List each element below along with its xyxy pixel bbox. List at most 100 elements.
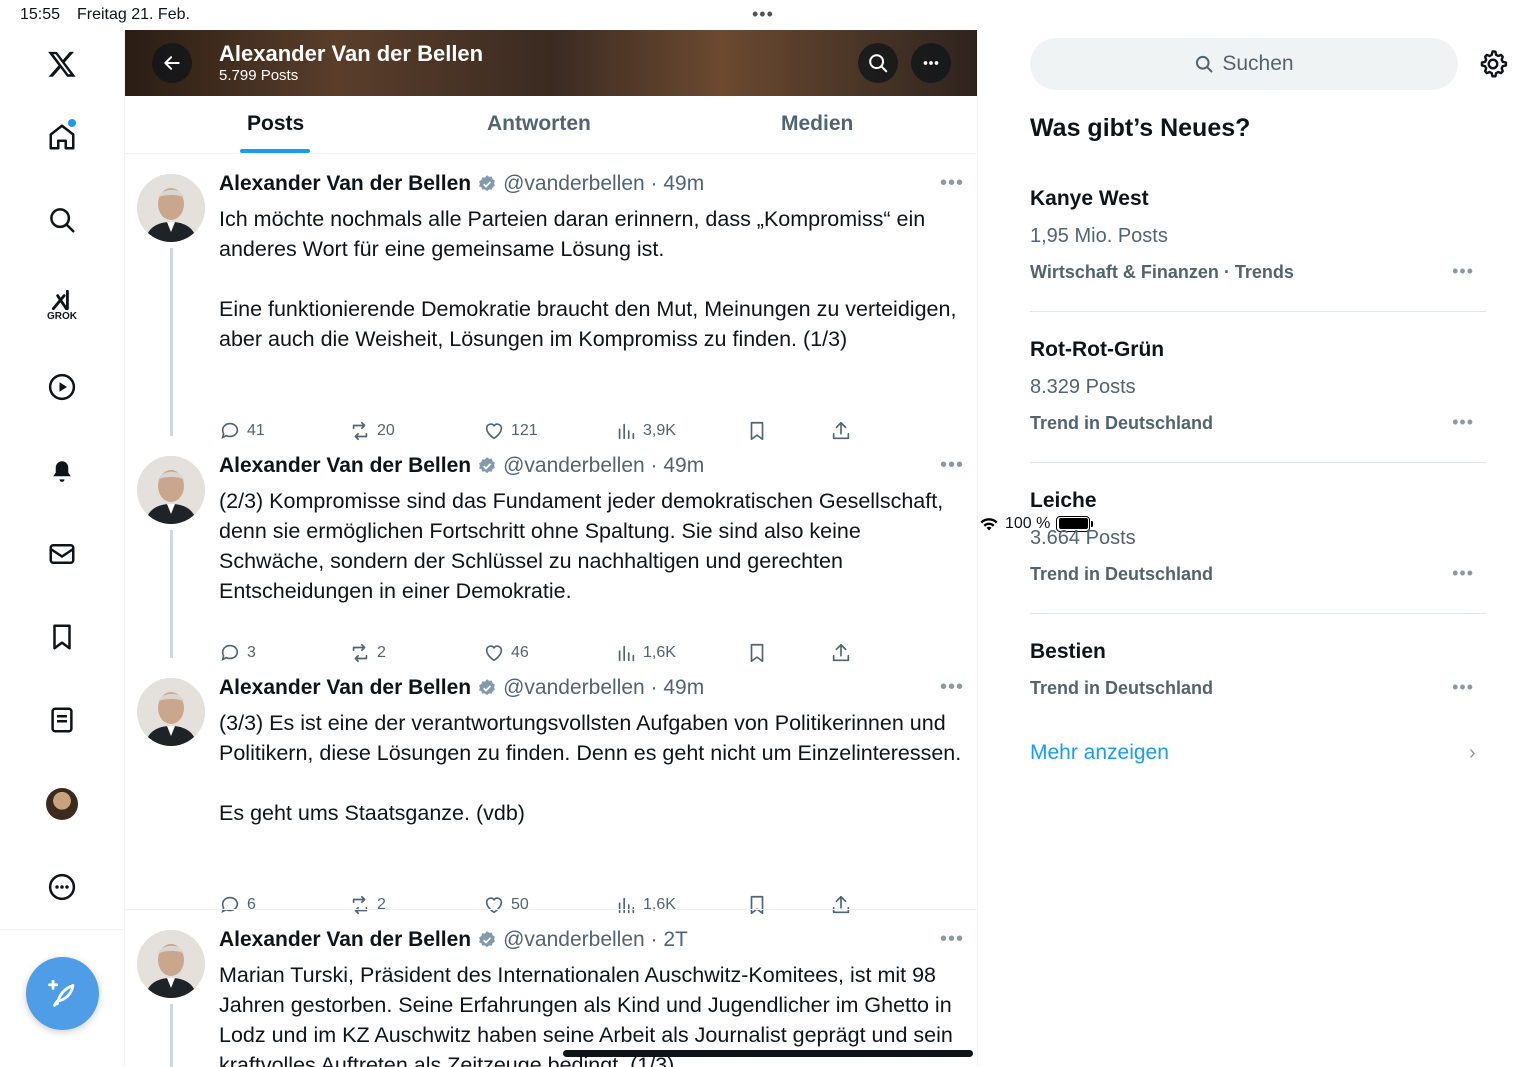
status-bar: 15:55 Freitag 21. Feb. ••• 100 % (0, 0, 1536, 532)
settings-gear-icon[interactable] (1477, 48, 1509, 80)
verified-badge-icon (479, 931, 496, 948)
author-name[interactable]: Alexander Van der Bellen (219, 454, 471, 478)
profile-search-button[interactable] (858, 43, 898, 83)
post-item[interactable]: Alexander Van der Bellen @vanderbellen ·… (125, 436, 977, 663)
post-avatar[interactable] (137, 174, 205, 242)
post-text: (2/3) Kompromisse sind das Fundament jed… (219, 489, 950, 603)
grok-icon (51, 289, 69, 310)
trend-item[interactable]: Bestien Trend in Deutschland ••• (1030, 640, 1486, 699)
notifications-bell-icon[interactable] (40, 448, 84, 492)
post-more-icon[interactable]: ••• (940, 172, 964, 195)
home-icon[interactable] (40, 115, 84, 159)
ellipsis-icon (923, 61, 939, 65)
profile-timeline: Alexander Van der Bellen 5.799 Posts Pos… (125, 30, 978, 1067)
post-avatar[interactable] (137, 678, 205, 746)
chevron-right-icon: › (1469, 742, 1476, 764)
search-placeholder: Suchen (1222, 52, 1294, 75)
post-item[interactable]: Alexander Van der Bellen @vanderbellen ·… (125, 154, 977, 441)
tab-replies[interactable]: Antworten (487, 112, 591, 136)
thread-line (170, 248, 173, 436)
thread-line (170, 1004, 173, 1067)
trend-divider (1030, 462, 1486, 463)
post-header: Alexander Van der Bellen @vanderbellen ·… (219, 676, 704, 700)
verified-badge-icon (479, 679, 496, 696)
nav-divider (0, 929, 125, 930)
x-logo-icon[interactable] (40, 42, 84, 86)
more-options-icon[interactable] (40, 865, 84, 909)
multitasking-dots[interactable]: ••• (752, 4, 774, 25)
profile-name: Alexander Van der Bellen (219, 41, 484, 66)
author-handle[interactable]: @vanderbellen · 49m (503, 454, 704, 478)
messages-icon[interactable] (40, 532, 84, 576)
trend-name: Rot-Rot-Grün (1030, 338, 1165, 361)
trend-name: Bestien (1030, 640, 1106, 663)
trend-count: 8.329 Posts (1030, 376, 1136, 398)
arrow-left-icon (164, 56, 180, 70)
right-sidebar: Suchen Was gibt’s Neues? Kanye West 1,95… (979, 30, 1536, 1067)
post-avatar[interactable] (137, 930, 205, 998)
author-name[interactable]: Alexander Van der Bellen (219, 928, 471, 952)
search-icon (869, 54, 888, 73)
post-header: Alexander Van der Bellen @vanderbellen ·… (219, 454, 704, 478)
search-nav-icon[interactable] (40, 198, 84, 242)
author-handle[interactable]: @vanderbellen · 49m (503, 172, 704, 196)
home-indicator[interactable] (563, 1050, 973, 1057)
trend-count: 3.664 Posts (1030, 527, 1136, 549)
lists-icon[interactable] (40, 698, 84, 742)
verified-badge-icon (479, 457, 496, 474)
trend-more-icon[interactable]: ••• (1452, 261, 1474, 282)
trend-divider (1030, 613, 1486, 614)
author-handle[interactable]: @vanderbellen · 2T (503, 928, 688, 952)
back-button[interactable] (152, 43, 192, 83)
trend-count: 1,95 Mio. Posts (1030, 225, 1168, 247)
verified-badge-icon (479, 175, 496, 192)
trends-heading: Was gibt’s Neues? (1030, 114, 1251, 142)
post-more-icon[interactable]: ••• (940, 676, 964, 699)
post-avatar[interactable] (137, 456, 205, 524)
post-item[interactable]: Alexander Van der Bellen @vanderbellen ·… (125, 658, 977, 915)
post-count: 5.799 Posts (219, 67, 299, 84)
post-text: Ich möchte nochmals alle Parteien daran … (219, 207, 957, 351)
left-nav: GROK (0, 30, 125, 1067)
avatar (46, 788, 78, 820)
trend-more-icon[interactable]: ••• (1452, 677, 1474, 698)
profile-tabs: Posts Antworten Medien (125, 96, 977, 154)
search-input[interactable]: Suchen (1030, 38, 1458, 90)
post-more-icon[interactable]: ••• (940, 928, 964, 951)
trend-category: Wirtschaft & Finanzen · Trends (1030, 262, 1294, 282)
trend-more-icon[interactable]: ••• (1452, 563, 1474, 584)
trend-item[interactable]: Leiche 3.664 Posts Trend in Deutschland … (1030, 489, 1486, 585)
profile-more-button[interactable] (911, 43, 951, 83)
search-icon (1196, 55, 1213, 73)
trend-name: Kanye West (1030, 187, 1149, 210)
trend-divider (1030, 311, 1486, 312)
status-time: 15:55 (20, 6, 61, 23)
bookmarks-icon[interactable] (40, 615, 84, 659)
author-handle[interactable]: @vanderbellen · 49m (503, 676, 704, 700)
compose-post-button[interactable] (26, 957, 99, 1030)
trend-item[interactable]: Rot-Rot-Grün 8.329 Posts Trend in Deutsc… (1030, 338, 1486, 434)
thread-line (170, 530, 173, 658)
notification-dot (68, 119, 76, 127)
status-date: Freitag 21. Feb. (77, 6, 190, 23)
show-more-link[interactable]: Mehr anzeigen (1030, 741, 1169, 765)
trend-item[interactable]: Kanye West 1,95 Mio. Posts Wirtschaft & … (1030, 187, 1486, 283)
post-item[interactable]: Alexander Van der Bellen @vanderbellen ·… (125, 910, 977, 1067)
profile-header-banner: Alexander Van der Bellen 5.799 Posts (125, 30, 977, 96)
post-header: Alexander Van der Bellen @vanderbellen ·… (219, 172, 704, 196)
author-name[interactable]: Alexander Van der Bellen (219, 172, 471, 196)
video-icon[interactable] (40, 365, 84, 409)
tab-posts[interactable]: Posts (247, 112, 304, 136)
post-more-icon[interactable]: ••• (940, 454, 964, 477)
trend-name: Leiche (1030, 489, 1097, 512)
trend-category: Trend in Deutschland (1030, 678, 1214, 698)
trend-category: Trend in Deutschland (1030, 564, 1214, 584)
grok-nav-item[interactable]: GROK (40, 282, 84, 326)
post-header: Alexander Van der Bellen @vanderbellen ·… (219, 928, 688, 952)
trend-more-icon[interactable]: ••• (1452, 412, 1474, 433)
author-name[interactable]: Alexander Van der Bellen (219, 676, 471, 700)
trend-category: Trend in Deutschland (1030, 413, 1214, 433)
tab-media[interactable]: Medien (781, 112, 853, 136)
profile-avatar[interactable] (40, 782, 84, 826)
active-tab-indicator (240, 149, 310, 153)
